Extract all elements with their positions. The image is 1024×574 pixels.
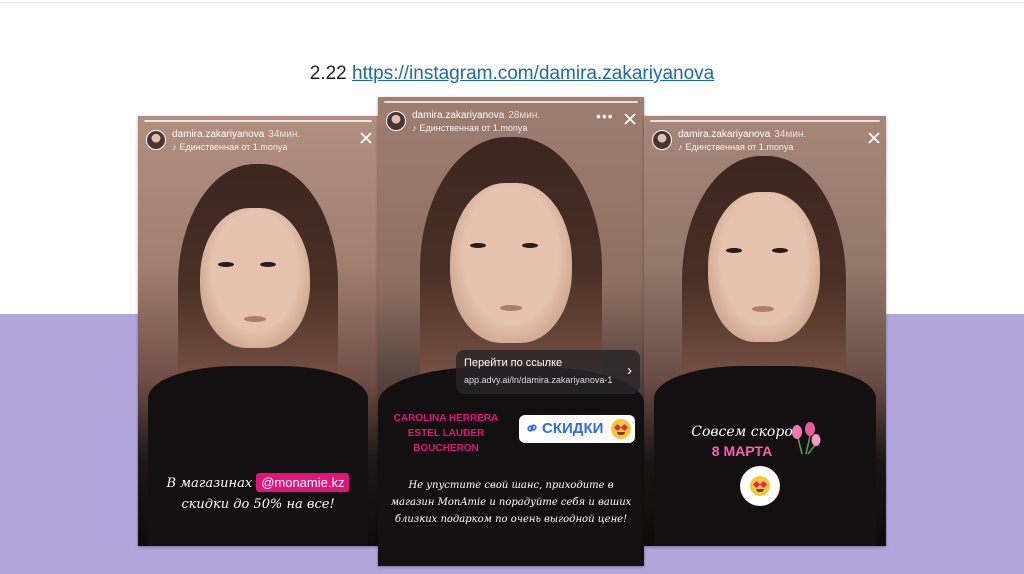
instagram-link[interactable]: https://instagram.com/damira.zakariyanov…	[352, 63, 714, 84]
close-icon[interactable]	[866, 130, 882, 146]
story-music[interactable]: ♪ Единственная от 1.monya	[172, 142, 287, 152]
mention-sticker[interactable]: @monamie.kz	[256, 473, 350, 492]
story-screenshot-2: damira.zakariyanova 28мин. ♪ Единственная …	[378, 97, 644, 566]
story-screenshot-3: damira.zakariyanova 34мин. ♪ Единственная …	[644, 116, 886, 546]
story-screenshot-1: damira.zakariyanova 34мин. ♪ Единственная …	[138, 116, 378, 546]
story-text-line2: скидки до 50% на все!	[181, 497, 335, 512]
tulips-icon	[792, 422, 821, 455]
story-music[interactable]: ♪ Единственная от 1.monya	[678, 142, 793, 152]
portrait-face	[708, 192, 820, 342]
portrait-sweater	[378, 367, 644, 566]
portrait-sweater	[148, 366, 368, 546]
portrait-face	[450, 183, 572, 343]
story-text-line1: В магазинах @monamie.kz	[138, 473, 378, 492]
avatar[interactable]	[652, 130, 672, 150]
link-icon	[527, 424, 537, 432]
emoji-reaction-sticker[interactable]	[740, 466, 780, 506]
sticker-label: СКИДКИ	[542, 420, 604, 437]
close-icon[interactable]	[622, 111, 638, 127]
slide-caption: 2.22 https://instagram.com/damira.zakari…	[0, 63, 1024, 85]
music-note-icon: ♪	[172, 142, 177, 152]
avatar[interactable]	[386, 111, 406, 131]
avatar[interactable]	[146, 130, 166, 150]
music-note-icon: ♪	[678, 142, 683, 152]
caption-number: 2.22	[309, 63, 347, 84]
story-music[interactable]: ♪ Единственная от 1.monya	[412, 123, 527, 133]
top-divider	[0, 2, 1024, 3]
brand-list: CAROLINA HERRERA ESTEL LAUDER BOUCHERON	[386, 411, 506, 456]
more-dots-icon[interactable]: •••	[596, 109, 614, 123]
link-card-url: app.advy.ai/ln/damira.zakariyanova-1	[464, 375, 613, 385]
heart-eyes-emoji	[611, 419, 631, 439]
brand-item: BOUCHERON	[413, 443, 479, 454]
close-icon[interactable]	[358, 130, 374, 146]
story-time: 28мин.	[508, 110, 541, 121]
story-username[interactable]: damira.zakariyanova 34мин.	[172, 129, 300, 140]
music-note-icon: ♪	[412, 123, 417, 133]
link-card[interactable]: Перейти по ссылке app.advy.ai/ln/damira.…	[456, 350, 640, 394]
brand-item: ESTEL LAUDER	[407, 428, 485, 439]
story-time: 34мин.	[268, 129, 301, 140]
chevron-right-icon: ›	[627, 362, 632, 379]
story-progress-bar	[384, 101, 638, 103]
story-progress-bar	[144, 120, 372, 122]
story-username[interactable]: damira.zakariyanova 34мин.	[678, 129, 806, 140]
story-username[interactable]: damira.zakariyanova 28мин.	[412, 110, 540, 121]
portrait-face	[200, 208, 310, 348]
story-body-text: Не упустите свой шанс, приходите в магаз…	[390, 480, 632, 525]
heart-eyes-emoji	[750, 476, 770, 496]
story-time: 34мин.	[774, 129, 807, 140]
link-card-title: Перейти по ссылке	[464, 357, 563, 369]
brand-item: CAROLINA HERRERA	[393, 413, 499, 424]
link-sticker[interactable]: СКИДКИ	[519, 415, 635, 443]
story-progress-bar	[650, 120, 880, 122]
